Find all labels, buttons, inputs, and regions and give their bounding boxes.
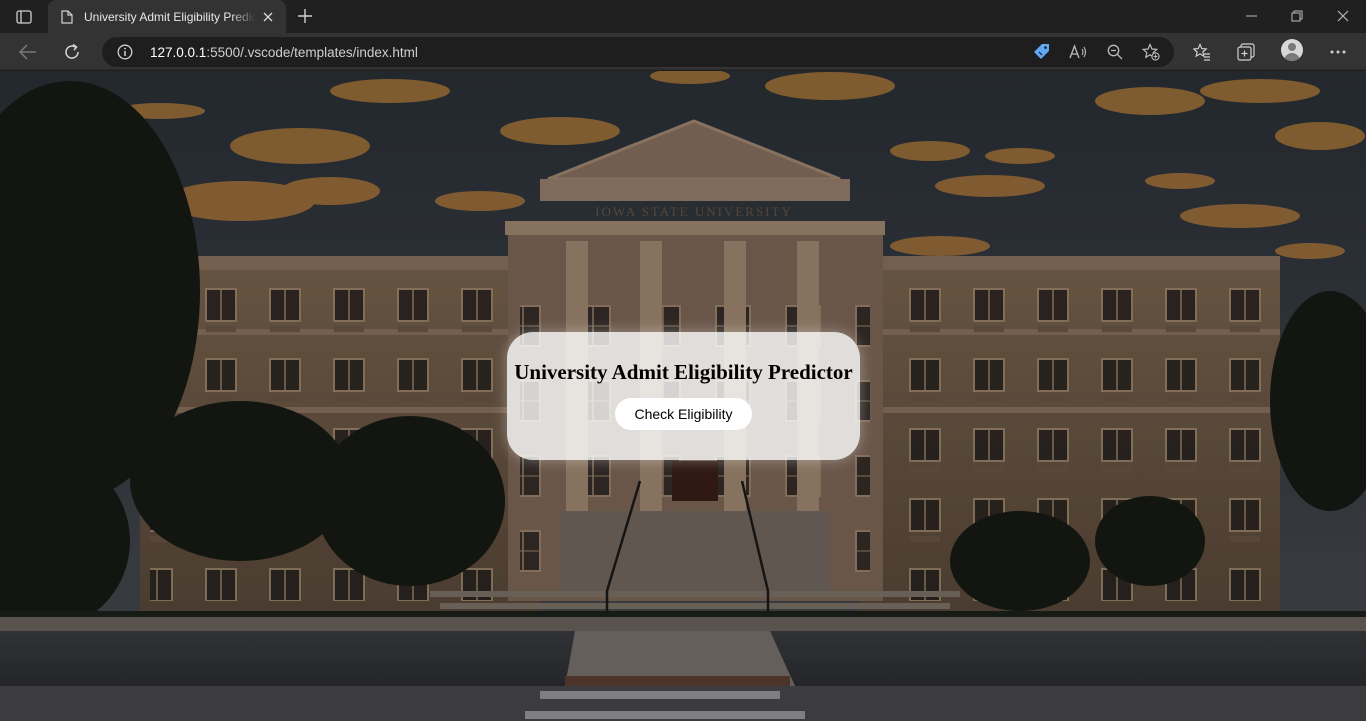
back-icon[interactable] [15, 39, 41, 65]
page-title: University Admit Eligibility Predictor [514, 360, 853, 384]
tab-strip: University Admit Eligibility Predictor [0, 0, 1366, 33]
url-text[interactable]: 127.0.0.1:5500/.vscode/templates/index.h… [150, 45, 418, 60]
address-bar[interactable]: 127.0.0.1:5500/.vscode/templates/index.h… [102, 37, 1174, 67]
close-window-icon[interactable] [1320, 3, 1366, 29]
restore-icon[interactable] [1274, 3, 1320, 29]
predictor-card: University Admit Eligibility Predictor C… [507, 332, 860, 460]
read-aloud-icon[interactable] [1068, 42, 1088, 62]
add-favorite-icon[interactable] [1141, 42, 1161, 62]
coupon-tag-icon[interactable] [1032, 42, 1052, 62]
tab-actions-icon[interactable] [12, 6, 36, 28]
collections-icon[interactable] [1233, 39, 1259, 65]
more-options-icon[interactable] [1325, 39, 1351, 65]
refresh-icon[interactable] [59, 39, 85, 65]
new-tab-icon[interactable] [294, 5, 316, 27]
minimize-icon[interactable] [1228, 3, 1274, 29]
page-viewport: IOWA STATE UNIVERSITY University Admit E… [0, 71, 1366, 721]
url-path: :5500/.vscode/templates/index.html [206, 45, 418, 60]
browser-toolbar: 127.0.0.1:5500/.vscode/templates/index.h… [0, 33, 1366, 70]
close-tab-icon[interactable] [260, 9, 276, 25]
tab-title: University Admit Eligibility Predictor [84, 9, 256, 24]
profile-avatar[interactable] [1281, 39, 1303, 61]
check-eligibility-button[interactable]: Check Eligibility [615, 398, 752, 430]
page-icon [60, 9, 74, 24]
favorites-icon[interactable] [1189, 39, 1215, 65]
active-tab[interactable]: University Admit Eligibility Predictor [48, 0, 286, 33]
building-inscription: IOWA STATE UNIVERSITY [595, 204, 793, 219]
zoom-out-icon[interactable] [1105, 42, 1125, 62]
url-host: 127.0.0.1 [150, 45, 207, 60]
site-info-icon[interactable] [116, 43, 134, 61]
